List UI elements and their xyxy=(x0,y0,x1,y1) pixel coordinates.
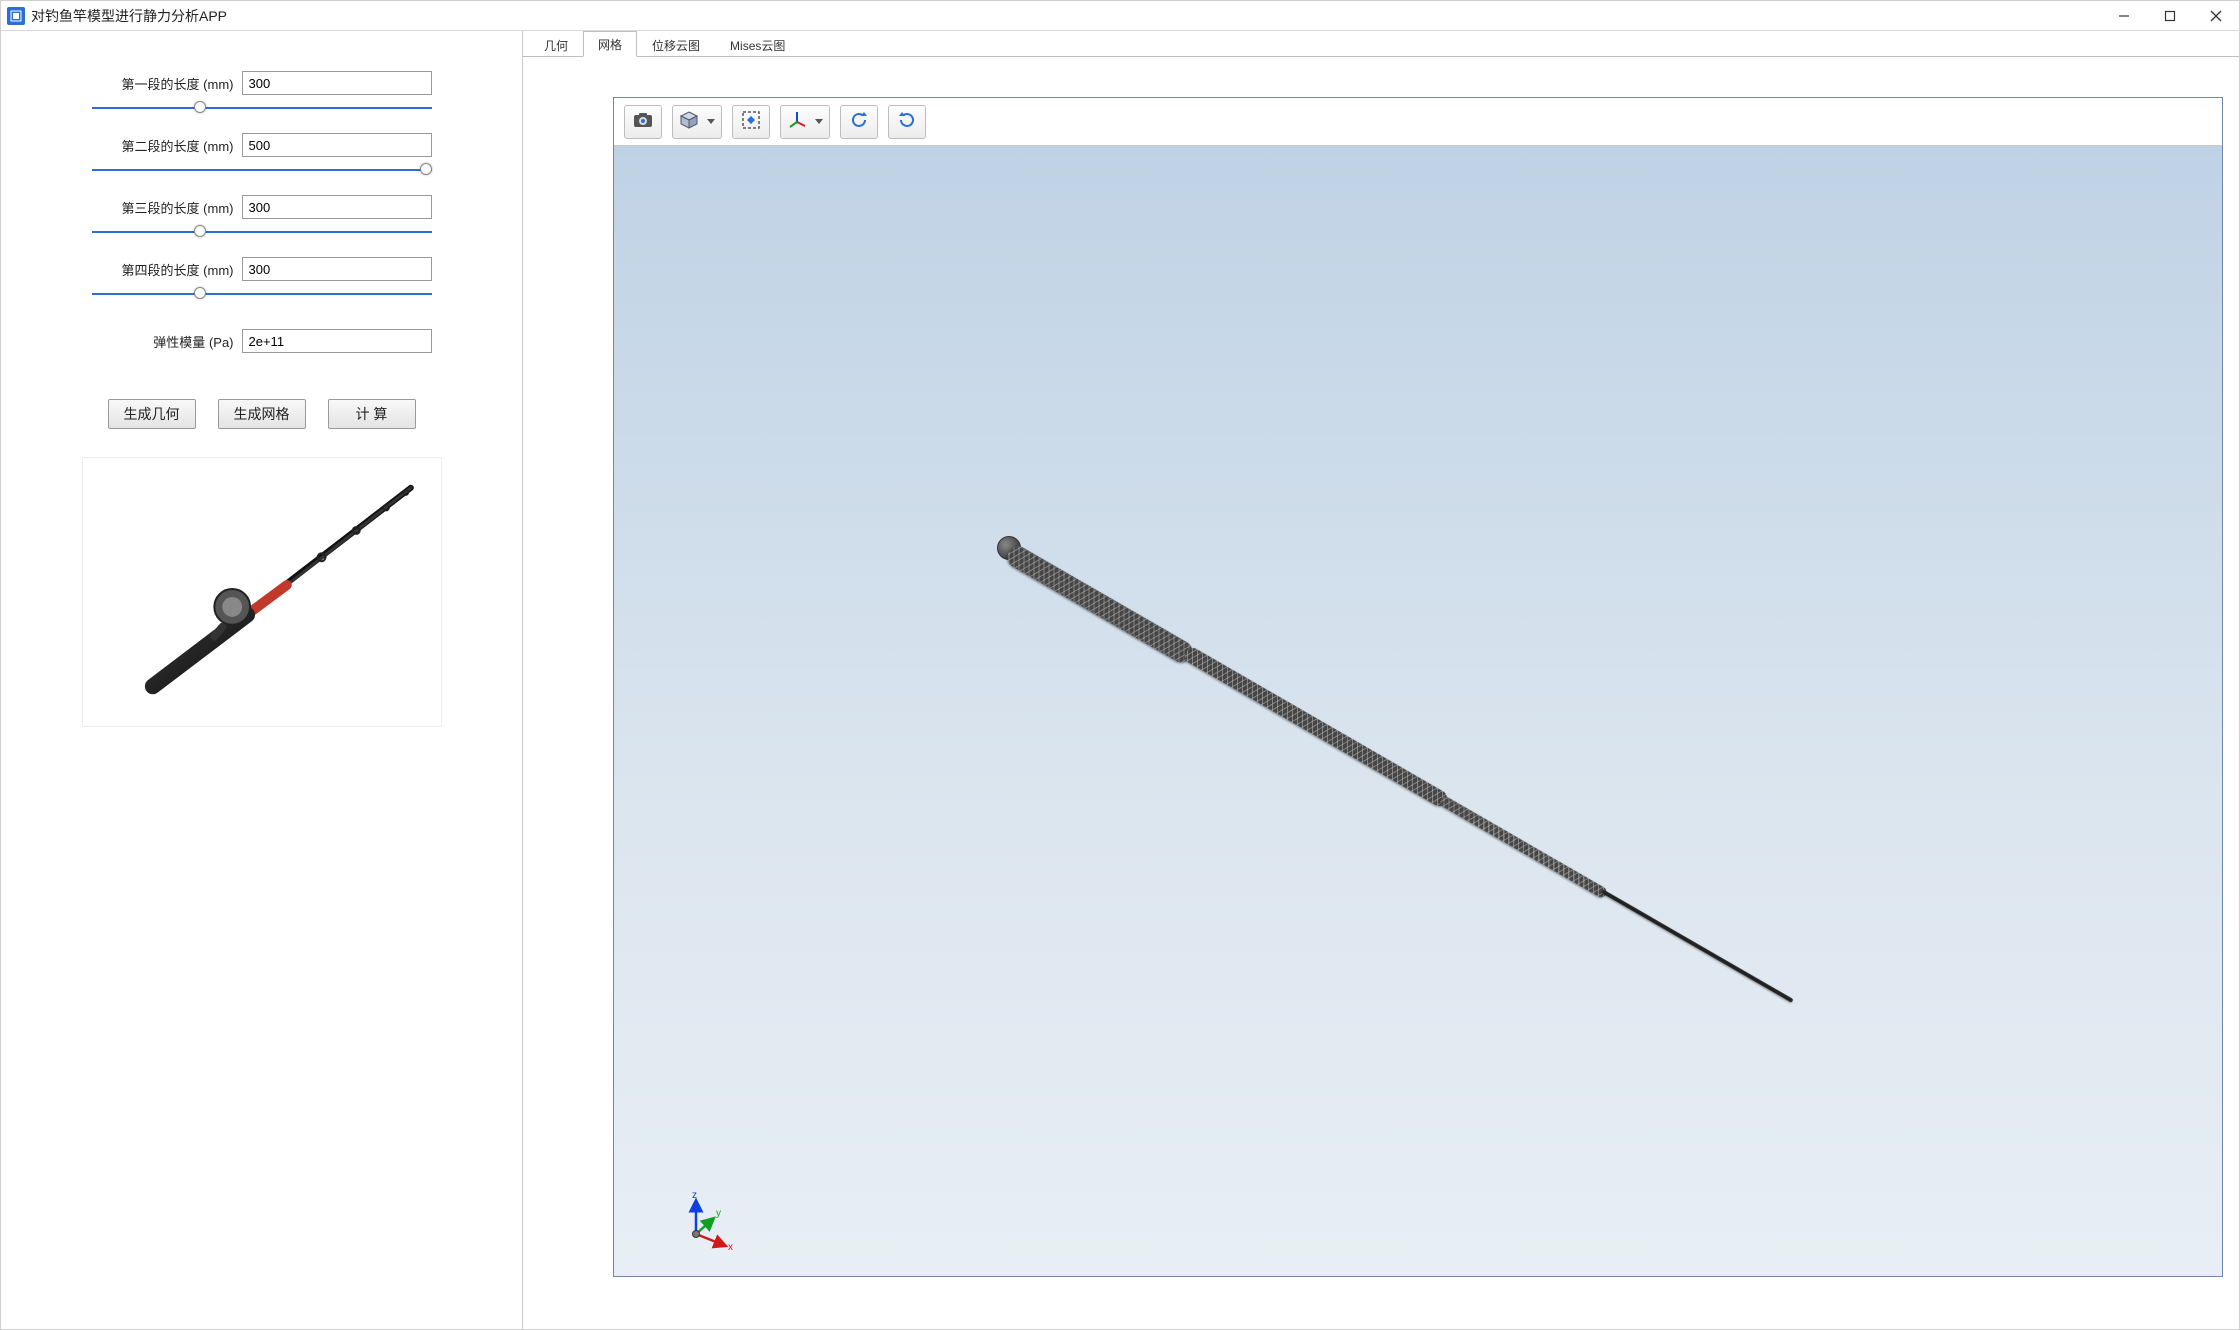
camera-snapshot-button[interactable] xyxy=(624,105,662,139)
generate-mesh-button[interactable]: 生成网格 xyxy=(218,399,306,429)
viewport: z x y xyxy=(613,97,2223,1277)
maximize-button[interactable] xyxy=(2147,1,2193,31)
tab-displacement[interactable]: 位移云图 xyxy=(637,32,715,57)
orientation-triad: z x y xyxy=(674,1190,734,1250)
app-window: 对钓鱼竿模型进行静力分析APP 第一段的长度 (mm) 第二段的长度 (mm) xyxy=(0,0,2240,1330)
action-buttons: 生成几何 生成网格 计 算 xyxy=(108,399,416,429)
rod-segment-1 xyxy=(1004,542,1197,666)
close-button[interactable] xyxy=(2193,1,2239,31)
axes-icon xyxy=(787,110,807,133)
length1-slider[interactable] xyxy=(92,101,432,115)
param-label: 第四段的长度 (mm) xyxy=(92,260,242,279)
length1-input[interactable] xyxy=(242,71,432,95)
param-label: 弹性模量 (Pa) xyxy=(92,332,242,351)
window-title: 对钓鱼竿模型进行静力分析APP xyxy=(31,6,227,26)
param-label: 第一段的长度 (mm) xyxy=(92,74,242,93)
generate-geometry-button[interactable]: 生成几何 xyxy=(108,399,196,429)
fit-icon xyxy=(741,110,761,133)
length2-input[interactable] xyxy=(242,133,432,157)
rod-segment-4 xyxy=(1601,889,1794,1002)
length2-slider[interactable] xyxy=(92,163,432,177)
tab-mesh[interactable]: 网格 xyxy=(583,31,637,57)
fit-view-button[interactable] xyxy=(732,105,770,139)
axis-z-label: z xyxy=(692,1190,697,1201)
param-row-emodulus: 弹性模量 (Pa) xyxy=(92,329,432,353)
app-icon xyxy=(7,7,25,25)
sidebar: 第一段的长度 (mm) 第二段的长度 (mm) 第三段的长度 (mm) xyxy=(1,31,523,1329)
rotate-cw-button[interactable] xyxy=(888,105,926,139)
tab-bar: 几何 网格 位移云图 Mises云图 xyxy=(523,31,2239,57)
param-row-length4: 第四段的长度 (mm) xyxy=(92,257,432,281)
param-label: 第三段的长度 (mm) xyxy=(92,198,242,217)
tab-mises[interactable]: Mises云图 xyxy=(715,32,800,57)
length4-input[interactable] xyxy=(242,257,432,281)
param-label: 第二段的长度 (mm) xyxy=(92,136,242,155)
length3-slider[interactable] xyxy=(92,225,432,239)
minimize-button[interactable] xyxy=(2101,1,2147,31)
length4-slider[interactable] xyxy=(92,287,432,301)
axes-toggle-dropdown[interactable] xyxy=(780,105,830,139)
viewport-stage: z x y xyxy=(523,57,2239,1329)
view-preset-dropdown[interactable] xyxy=(672,105,722,139)
rotate-ccw-icon xyxy=(849,110,869,133)
tab-geometry[interactable]: 几何 xyxy=(529,32,583,57)
param-row-length1: 第一段的长度 (mm) xyxy=(92,71,432,95)
length3-input[interactable] xyxy=(242,195,432,219)
viewport-canvas[interactable]: z x y xyxy=(614,146,2222,1276)
rod-segment-3 xyxy=(1438,795,1608,900)
cube-icon xyxy=(679,110,699,133)
reference-image xyxy=(82,457,442,727)
viewport-toolbar xyxy=(614,98,2222,146)
compute-button[interactable]: 计 算 xyxy=(328,399,416,429)
axis-y-label: y xyxy=(716,1208,721,1219)
rotate-cw-icon xyxy=(897,110,917,133)
camera-icon xyxy=(633,112,653,131)
parameters-panel: 第一段的长度 (mm) 第二段的长度 (mm) 第三段的长度 (mm) xyxy=(92,71,432,359)
rotate-ccw-button[interactable] xyxy=(840,105,878,139)
main-area: 几何 网格 位移云图 Mises云图 xyxy=(523,31,2239,1329)
param-row-length3: 第三段的长度 (mm) xyxy=(92,195,432,219)
rod-segment-2 xyxy=(1182,645,1450,809)
titlebar: 对钓鱼竿模型进行静力分析APP xyxy=(1,1,2239,31)
param-row-length2: 第二段的长度 (mm) xyxy=(92,133,432,157)
axis-x-label: x xyxy=(728,1242,733,1253)
emodulus-input[interactable] xyxy=(242,329,432,353)
